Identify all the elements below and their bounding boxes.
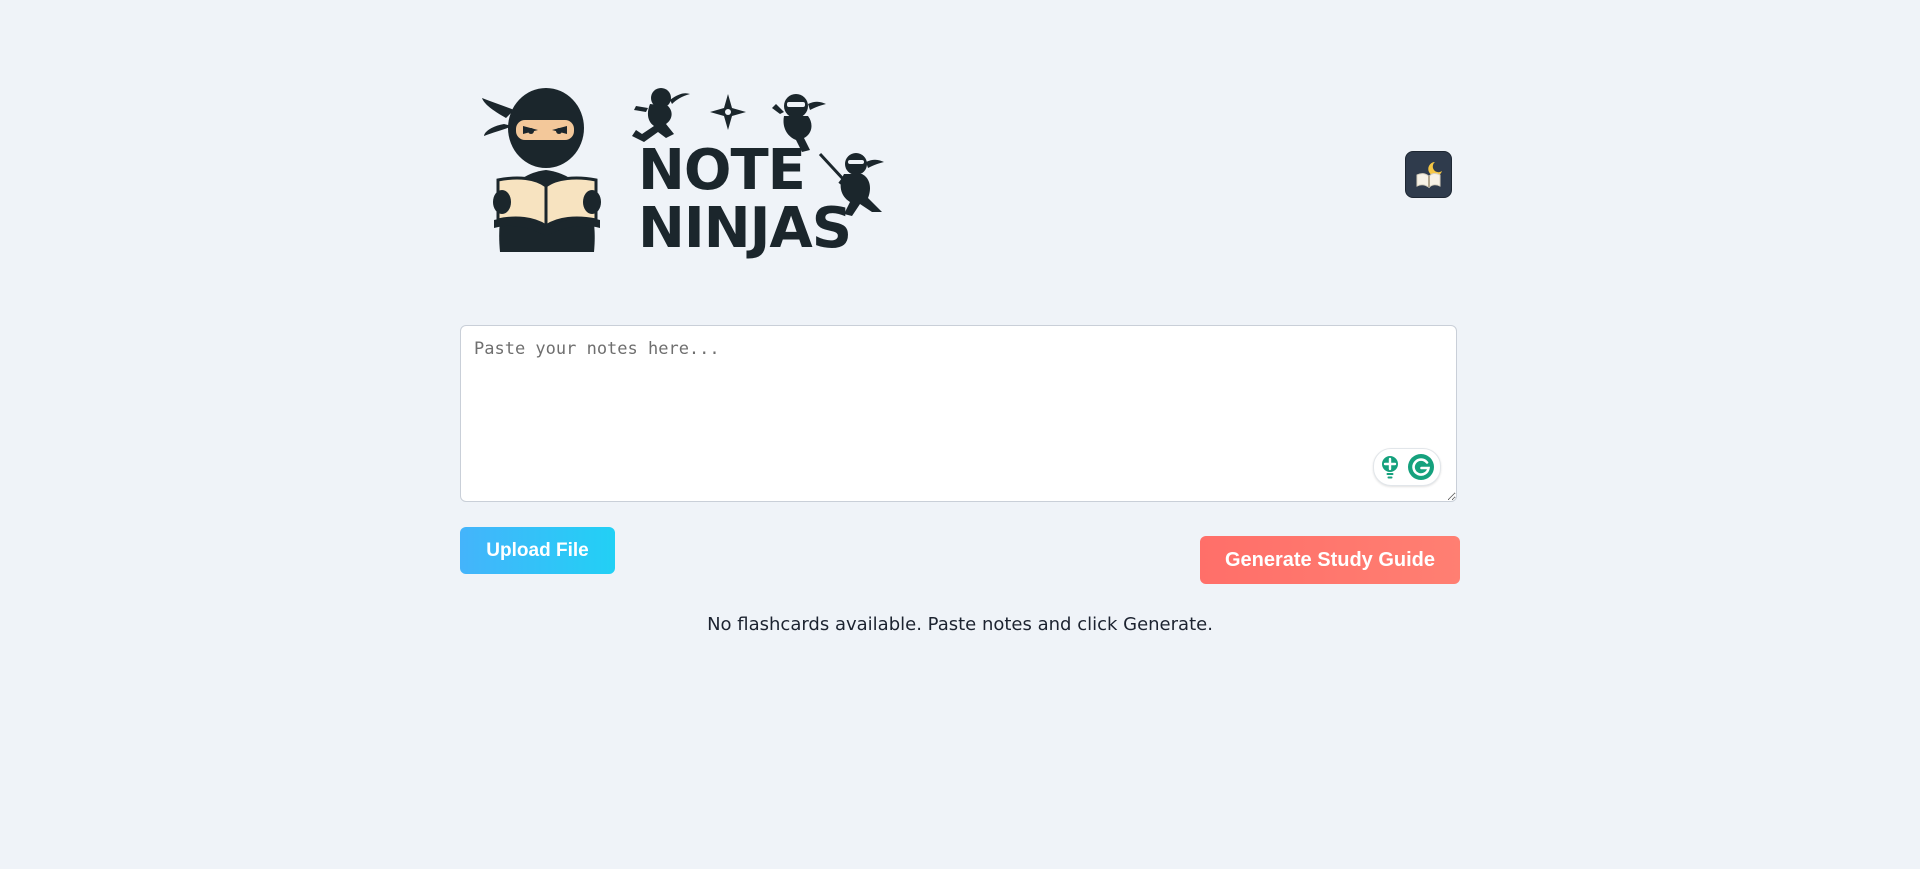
logo-line-2: NINJAS <box>638 196 852 261</box>
moon-book-icon <box>1416 161 1442 188</box>
theme-toggle-button[interactable] <box>1405 151 1452 198</box>
note-ninjas-logo: NOTE NINJAS <box>478 80 888 260</box>
upload-file-button[interactable]: Upload File <box>460 527 615 574</box>
notes-textarea[interactable] <box>460 325 1457 502</box>
grammarly-widget[interactable] <box>1373 448 1441 486</box>
app-page: NOTE NINJAS Upload File <box>0 0 1920 869</box>
generate-study-guide-button[interactable]: Generate Study Guide <box>1200 536 1460 584</box>
lightbulb-icon[interactable] <box>1379 454 1401 480</box>
notes-input-container <box>460 325 1457 502</box>
logo-wordmark: NOTE NINJAS <box>638 138 852 261</box>
grammarly-icon[interactable] <box>1407 453 1435 481</box>
logo-line-1: NOTE <box>638 138 806 203</box>
empty-flashcards-message: No flashcards available. Paste notes and… <box>707 614 1213 635</box>
